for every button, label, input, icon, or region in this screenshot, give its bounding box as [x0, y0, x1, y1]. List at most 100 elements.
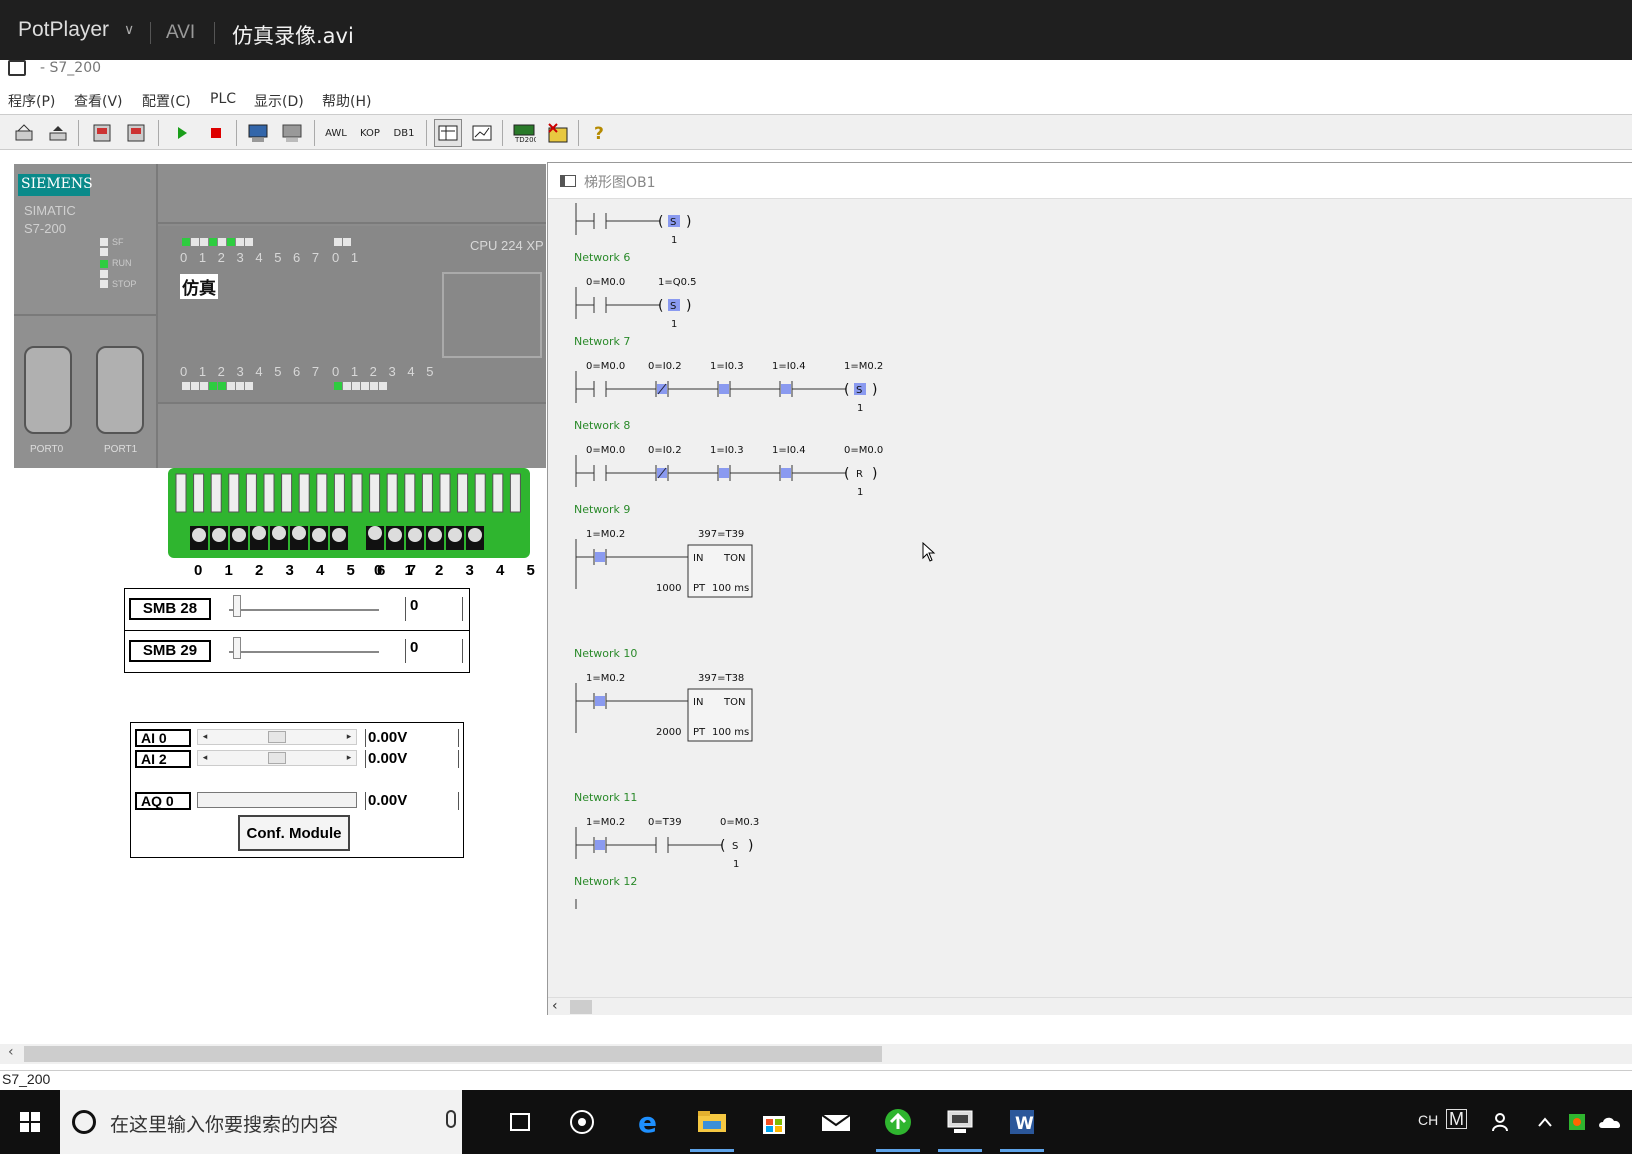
ime-mode[interactable]: M [1446, 1109, 1467, 1129]
word-icon[interactable]: W [1000, 1104, 1044, 1152]
network-label: Network 11 [574, 791, 637, 804]
monitor-off-icon[interactable] [278, 119, 306, 147]
windows-start-icon[interactable] [12, 1104, 48, 1140]
edge-browser-icon[interactable]: e [632, 1104, 668, 1140]
menu-config[interactable]: 配置(C) [142, 91, 191, 111]
eject-icon[interactable] [44, 119, 72, 147]
input-numbers-a: 0 1 2 3 4 5 6 7 [180, 250, 324, 265]
switch-knob [192, 528, 206, 542]
taskbar: 在这里输入你要搜索的内容 e W CH M [0, 1090, 1632, 1154]
output-numbers-a: 0 1 2 3 4 5 6 7 [180, 364, 324, 379]
smb28-track [229, 609, 379, 611]
ladder-window-title-bar[interactable]: 梯形图OB1 [548, 163, 1632, 199]
input-switch[interactable] [190, 526, 208, 550]
coil-right-paren: ) [872, 382, 877, 398]
scroll-left-icon[interactable]: ◂ [198, 751, 212, 765]
scroll-left-icon[interactable]: ‹ [8, 1044, 14, 1060]
input-switch[interactable] [230, 526, 248, 550]
td200-icon[interactable]: TD200 [510, 119, 538, 147]
plc-simulator-taskbar-icon[interactable] [938, 1104, 982, 1152]
ladder-scroll-thumb[interactable] [570, 1000, 592, 1014]
stop-icon[interactable] [202, 119, 230, 147]
ai0-thumb[interactable] [268, 731, 286, 743]
output-led [182, 382, 190, 390]
menu-help[interactable]: 帮助(H) [322, 91, 371, 111]
smb29-slider[interactable] [233, 637, 241, 659]
trend-chart-icon[interactable] [468, 119, 496, 147]
smb28-slider[interactable] [233, 595, 241, 617]
onedrive-icon[interactable] [1596, 1104, 1626, 1140]
kop-view-button[interactable]: KOP [356, 119, 384, 147]
chevron-down-icon[interactable]: ∨ [124, 22, 134, 38]
tray-chevron-up-icon[interactable] [1534, 1104, 1556, 1140]
input-switch[interactable] [310, 526, 328, 550]
ai0-scrollbar[interactable]: ◂ ▸ [197, 729, 357, 745]
search-placeholder: 在这里输入你要搜索的内容 [110, 1114, 339, 1136]
awl-view-button[interactable]: AWL [322, 119, 350, 147]
scroll-right-icon[interactable]: ▸ [342, 730, 356, 744]
input-switch[interactable] [270, 526, 288, 550]
people-icon[interactable] [1488, 1104, 1516, 1140]
microphone-icon[interactable] [446, 1110, 456, 1128]
scroll-right-icon[interactable]: ▸ [342, 751, 356, 765]
menu-view[interactable]: 查看(V) [74, 91, 123, 111]
input-switch[interactable] [406, 526, 424, 550]
input-led [182, 238, 190, 246]
input-switch[interactable] [426, 526, 444, 550]
input-switch[interactable] [466, 526, 484, 550]
terminal-pin [386, 473, 398, 513]
conf-module-button[interactable]: Conf. Module [238, 815, 350, 851]
ai2-scrollbar[interactable]: ◂ ▸ [197, 750, 357, 766]
output-led [236, 382, 244, 390]
main-scroll-thumb[interactable] [24, 1046, 882, 1062]
input-switch[interactable] [386, 526, 404, 550]
app-swirl-icon[interactable] [564, 1104, 600, 1140]
monitor-icon[interactable] [244, 119, 272, 147]
timer-type: TON [723, 697, 745, 708]
load-program-icon[interactable] [88, 119, 116, 147]
status-chart-icon[interactable] [434, 119, 462, 147]
scroll-left-icon[interactable]: ◂ [198, 730, 212, 744]
terminal-pin [404, 473, 416, 513]
ladder-horizontal-scrollbar[interactable]: ‹ [548, 997, 1632, 1015]
smb29-value[interactable]: 0 [405, 639, 463, 663]
menu-display[interactable]: 显示(D) [254, 91, 304, 111]
output-leds-a [182, 382, 254, 390]
smb28-value[interactable]: 0 [405, 597, 463, 621]
input-switch[interactable] [446, 526, 464, 550]
io-config-icon[interactable] [544, 119, 572, 147]
input-switch[interactable] [366, 526, 384, 550]
upload-program-icon[interactable] [122, 119, 150, 147]
input-switch[interactable] [290, 526, 308, 550]
output-led [352, 382, 360, 390]
potplayer-menu-button[interactable]: PotPlayer [18, 18, 109, 42]
cortana-icon[interactable] [72, 1110, 96, 1134]
svg-text:e: e [638, 1108, 657, 1136]
mail-icon[interactable] [818, 1104, 854, 1140]
input-switch[interactable] [250, 526, 268, 550]
scroll-left-icon[interactable]: ‹ [552, 998, 558, 1014]
ai2-thumb[interactable] [268, 752, 286, 764]
file-explorer-icon[interactable] [690, 1104, 734, 1152]
led-spacer [100, 270, 108, 278]
browser-green-icon[interactable] [876, 1104, 920, 1152]
db1-view-button[interactable]: DB1 [390, 119, 418, 147]
taskbar-search[interactable]: 在这里输入你要搜索的内容 [60, 1090, 462, 1154]
tray-app-icon[interactable] [1564, 1104, 1590, 1140]
open-icon[interactable] [10, 119, 38, 147]
output-led [370, 382, 378, 390]
input-switch[interactable] [330, 526, 348, 550]
task-view-icon[interactable] [502, 1104, 538, 1140]
input-switch[interactable] [210, 526, 228, 550]
menu-program[interactable]: 程序(P) [8, 91, 55, 111]
terminal-pin [369, 473, 381, 513]
input-language[interactable]: CH [1418, 1112, 1438, 1128]
store-icon[interactable] [756, 1104, 792, 1140]
run-icon[interactable] [168, 119, 196, 147]
help-icon[interactable]: ? [586, 119, 614, 147]
terminal-pin [351, 473, 363, 513]
main-horizontal-scrollbar[interactable]: ‹ [0, 1044, 1632, 1064]
menu-plc[interactable]: PLC [210, 91, 236, 107]
coil-left-paren: ( [720, 838, 725, 854]
ladder-diagram[interactable]: (S) 1 Network 6 0=M0.0 (S) 1=Q0.5 1 Network 7 0=… [548, 199, 1632, 997]
